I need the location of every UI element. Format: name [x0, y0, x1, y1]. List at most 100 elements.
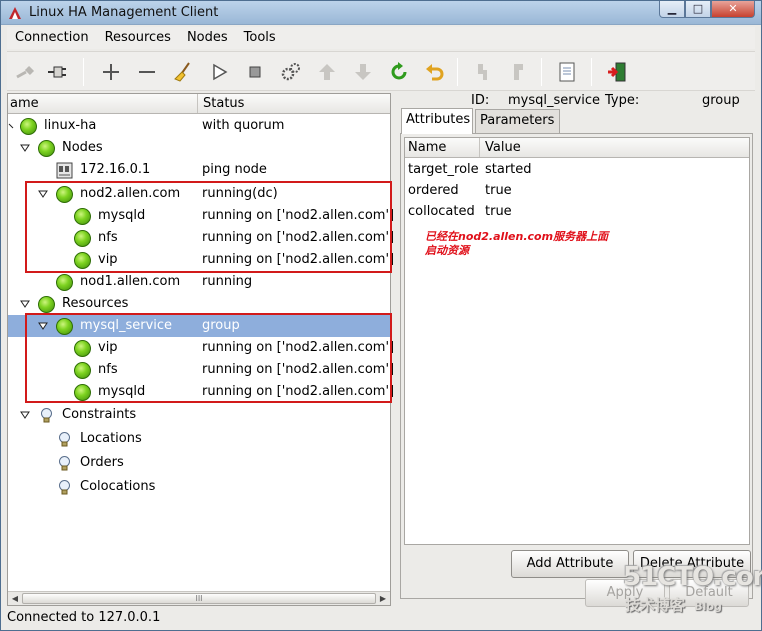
toolbar-separator — [591, 58, 592, 86]
stop-icon — [249, 66, 261, 78]
menu-connection[interactable]: Connection — [7, 27, 97, 49]
attribute-name: target_role — [408, 162, 479, 177]
play-icon — [213, 63, 228, 81]
refresh-icon — [391, 62, 407, 80]
main-window: Linux HA Management Client ▁ □ ✕ Connect… — [0, 0, 762, 631]
toolbar-separator — [457, 58, 458, 86]
stop-button[interactable] — [243, 60, 267, 84]
attribute-name: ordered — [408, 183, 459, 198]
close-button[interactable]: ✕ — [711, 1, 755, 18]
document-icon — [559, 62, 575, 82]
attributes-table: Name Value target_role started ordered t… — [404, 137, 750, 545]
scroll-right-icon[interactable]: ▶ — [376, 593, 390, 605]
table-row[interactable]: collocated true — [405, 202, 749, 223]
arrow-up-icon — [319, 64, 335, 80]
tree-label: Nodes — [62, 140, 103, 155]
remove-button[interactable] — [135, 60, 159, 84]
plug-disconnect-icon — [48, 66, 66, 78]
menu-nodes[interactable]: Nodes — [179, 27, 236, 49]
tree-label: Constraints — [62, 407, 137, 422]
standby-button[interactable] — [471, 60, 495, 84]
refresh-button[interactable] — [387, 60, 411, 84]
minus-icon — [139, 71, 155, 73]
type-value: group — [702, 93, 740, 108]
tree-status: with quorum — [202, 118, 285, 133]
connect-button[interactable] — [13, 60, 37, 84]
tree-row-colocations[interactable]: Colocations — [8, 476, 390, 498]
watermark-cn-text: 技术博客 — [625, 596, 686, 614]
arrow-down-icon — [355, 64, 371, 80]
undo-icon — [426, 64, 444, 81]
horizontal-scrollbar[interactable]: ◀ III ▶ — [8, 591, 390, 605]
highlight-box-nod2 — [25, 181, 392, 273]
collapse-arrow-icon[interactable] — [8, 121, 18, 131]
watermark-logo: 51CTO.com 技术博客 Blog — [623, 562, 762, 618]
undo-button[interactable] — [423, 60, 447, 84]
details-panel: ID: mysql_service Type: group Attributes… — [397, 89, 757, 609]
resource-info: ID: mysql_service Type: group — [397, 91, 757, 109]
tree-row-nod1[interactable]: nod1.allen.com running — [8, 271, 390, 293]
minimize-button[interactable]: ▁ — [659, 1, 685, 18]
name-column-header[interactable]: Name — [408, 140, 478, 155]
menu-resources[interactable]: Resources — [97, 27, 179, 49]
maximize-button[interactable]: □ — [685, 1, 711, 18]
active-button[interactable] — [507, 60, 531, 84]
broom-icon — [174, 62, 190, 82]
add-attribute-button[interactable]: Add Attribute — [511, 550, 629, 578]
move-down-button[interactable] — [351, 60, 375, 84]
tree-label: 172.16.0.1 — [80, 162, 151, 177]
title-bar: Linux HA Management Client ▁ □ ✕ — [1, 1, 761, 25]
tree-row-ping-node[interactable]: 172.16.0.1 ping node — [8, 159, 390, 181]
gears-icon — [281, 63, 300, 81]
status-column-header[interactable]: Status — [197, 94, 390, 113]
scroll-thumb[interactable]: III — [22, 593, 376, 604]
attributes-tab-body: Name Value target_role started ordered t… — [400, 133, 753, 599]
disconnect-button[interactable] — [45, 60, 69, 84]
attribute-value: started — [485, 162, 532, 177]
menu-bar: Connection Resources Nodes Tools — [7, 27, 755, 49]
tab-attributes[interactable]: Attributes — [401, 108, 473, 134]
scroll-left-icon[interactable]: ◀ — [8, 593, 22, 605]
green-status-icon — [20, 118, 37, 135]
value-column-header[interactable]: Value — [479, 138, 749, 157]
collapse-arrow-icon[interactable] — [20, 299, 30, 309]
exit-button[interactable] — [605, 60, 629, 84]
cleanup-button[interactable] — [171, 60, 195, 84]
name-column-header[interactable]: ame — [10, 96, 39, 111]
plus-icon — [103, 64, 119, 80]
start-button[interactable] — [207, 60, 231, 84]
node-standby-icon — [478, 64, 487, 80]
green-status-icon — [38, 296, 55, 313]
annotation-line: 启动资源 — [425, 244, 469, 257]
tab-parameters[interactable]: Parameters — [475, 109, 560, 133]
menu-tools[interactable]: Tools — [236, 27, 284, 49]
collapse-arrow-icon[interactable] — [20, 143, 30, 153]
watermark-blog-text: Blog — [694, 600, 722, 613]
tree-row-constraints[interactable]: Constraints — [8, 404, 390, 426]
add-button[interactable] — [99, 60, 123, 84]
move-up-button[interactable] — [315, 60, 339, 84]
window-controls: ▁ □ ✕ — [659, 1, 755, 19]
window-title: Linux HA Management Client — [29, 5, 219, 20]
green-status-icon — [56, 274, 73, 291]
tree-row-nodes[interactable]: Nodes — [8, 137, 390, 159]
plug-connect-icon — [16, 65, 35, 79]
green-status-icon — [38, 140, 55, 157]
settings-button[interactable] — [279, 60, 303, 84]
tree-row-locations[interactable]: Locations — [8, 428, 390, 450]
heartbeat-app-icon — [9, 7, 21, 19]
tree-label: linux-ha — [44, 118, 97, 133]
table-row[interactable]: ordered true — [405, 181, 749, 202]
collapse-arrow-icon[interactable] — [20, 410, 30, 420]
tree-label: nod1.allen.com — [80, 274, 181, 289]
tree-row-orders[interactable]: Orders — [8, 452, 390, 474]
table-row[interactable]: target_role started — [405, 160, 749, 181]
view-xml-button[interactable] — [555, 60, 579, 84]
lightbulb-icon — [59, 456, 70, 471]
id-label: ID: — [471, 93, 490, 108]
tree-status: running — [202, 274, 253, 289]
lightbulb-icon — [59, 432, 70, 447]
tree-row-resources[interactable]: Resources — [8, 293, 390, 315]
tree-row-linux-ha[interactable]: linux-ha with quorum — [8, 115, 390, 137]
lightbulb-icon — [59, 480, 70, 495]
